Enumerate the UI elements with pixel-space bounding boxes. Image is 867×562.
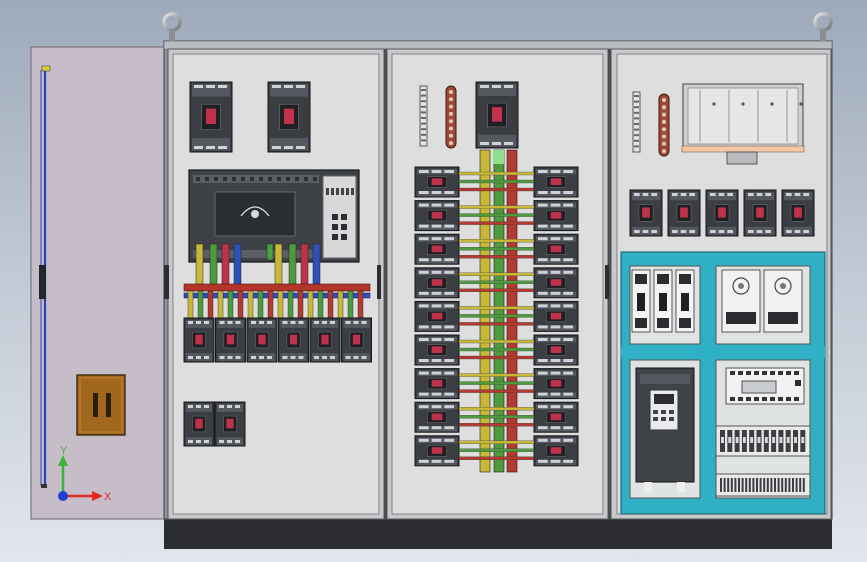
feeder-breaker-4	[278, 317, 309, 363]
spare-breaker-1	[183, 401, 215, 447]
tap-bars-row-6	[458, 339, 535, 360]
cabinet-model: Y X	[30, 12, 833, 549]
tap-bars-row-2	[458, 205, 535, 225]
neutral-copper-bar-bay3	[658, 93, 670, 157]
branch-breaker-left-9	[414, 435, 460, 467]
lifting-eye-left	[162, 12, 182, 41]
lifting-eye-right	[813, 12, 833, 41]
feeder-breaker-5	[309, 317, 341, 363]
variable-frequency-drive	[635, 367, 695, 492]
x-axis-label: X	[104, 491, 112, 503]
din-relay-3	[675, 269, 695, 333]
cable-riser-1	[195, 243, 204, 285]
branch-breaker-left-8	[414, 401, 460, 433]
control-breaker-2	[667, 189, 701, 237]
bay2-main-breaker	[475, 81, 519, 149]
branch-breaker-right-7	[533, 368, 579, 400]
tap-bars-row-7	[458, 373, 535, 393]
cad-viewport[interactable]: Y X	[0, 0, 867, 562]
control-breaker-4	[743, 189, 777, 237]
tap-bars-row-8	[458, 407, 535, 427]
cable-riser-5	[274, 243, 283, 285]
terminal-block-strip-1	[715, 425, 811, 457]
tap-bars-row-5	[458, 306, 535, 326]
branch-breaker-right-5	[533, 300, 579, 332]
branch-breaker-left-7	[414, 368, 460, 400]
z-axis-origin	[58, 491, 68, 501]
capacitor-enclosure	[681, 83, 805, 165]
branch-breaker-left-5	[414, 300, 460, 332]
document-pocket	[76, 374, 126, 436]
control-breaker-5	[781, 189, 815, 237]
control-breaker-3	[705, 189, 739, 237]
cabinet-plinth	[164, 518, 832, 549]
branch-breaker-right-1	[533, 166, 579, 198]
cable-riser-8	[312, 243, 321, 285]
tap-bars-row-3	[458, 239, 535, 259]
tap-bars-row-4	[458, 272, 535, 292]
power-supply-2	[763, 269, 803, 333]
branch-breaker-right-3	[533, 233, 579, 265]
branch-breaker-right-2	[533, 200, 579, 232]
spare-breaker-2	[214, 401, 246, 447]
branch-breaker-right-8	[533, 401, 579, 433]
cable-riser-7	[300, 243, 309, 285]
din-relay-1	[631, 269, 651, 333]
tap-bars-row-9	[458, 440, 535, 460]
branch-breaker-left-2	[414, 200, 460, 232]
main-breaker-2	[267, 81, 311, 153]
feeder-breaker-3	[246, 317, 278, 363]
plc-module	[725, 367, 805, 405]
cable-riser-2	[209, 243, 218, 285]
feeder-breaker-6	[341, 317, 372, 363]
control-breaker-1	[629, 189, 663, 237]
ground-terminal-strip	[419, 85, 428, 147]
feeder-breaker-1	[183, 317, 215, 363]
cable-riser-4	[233, 243, 242, 285]
tap-bars-row-1	[458, 171, 535, 192]
cable-riser-3	[221, 243, 230, 285]
feeder-breaker-2	[215, 317, 246, 363]
branch-breaker-right-6	[533, 334, 579, 366]
branch-breaker-left-1	[414, 166, 460, 198]
branch-breaker-left-4	[414, 267, 460, 299]
terminal-block-strip-2	[715, 473, 811, 497]
neutral-copper-bar	[445, 85, 457, 149]
branch-breaker-left-3	[414, 233, 460, 265]
y-axis-label: Y	[60, 445, 68, 457]
din-relay-2	[653, 269, 673, 333]
cable-riser-6	[288, 243, 297, 285]
ground-terminal-strip-bay3	[632, 91, 641, 153]
branch-breaker-right-9	[533, 435, 579, 467]
branch-breaker-right-4	[533, 267, 579, 299]
power-supply-1	[721, 269, 761, 333]
main-breaker-1	[189, 81, 233, 153]
cabinet-door	[30, 46, 168, 520]
branch-breaker-left-6	[414, 334, 460, 366]
